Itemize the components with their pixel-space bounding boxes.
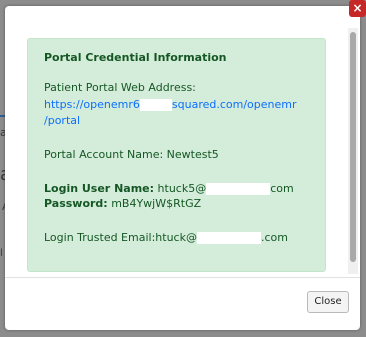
- trusted-email-value-end: .com: [260, 231, 288, 244]
- close-icon[interactable]: ×: [349, 0, 366, 17]
- password-row: Password: mB4YwjW$RtGZ: [44, 197, 201, 210]
- redaction-mark: [196, 232, 261, 244]
- password-label: Password:: [44, 197, 108, 210]
- web-address-link-start[interactable]: https://openemr6: [44, 98, 140, 111]
- web-address-link-end[interactable]: squared.com/openemr: [172, 98, 297, 111]
- login-user-row: Login User Name: htuck5@ com: [44, 182, 294, 195]
- web-address-link-path[interactable]: /portal: [44, 114, 80, 127]
- password-value: mB4YwjW$RtGZ: [111, 197, 202, 210]
- credentials-dialog: Portal Credential Information Patient Po…: [5, 6, 360, 330]
- scrollbar-thumb[interactable]: [350, 32, 356, 262]
- web-address-link-line1[interactable]: https://openemr6 squared.com/openemr: [44, 98, 297, 111]
- footer-divider: [5, 277, 360, 278]
- web-address-link-line2[interactable]: /portal: [44, 114, 80, 127]
- redaction-mark: [206, 183, 271, 195]
- credential-info-panel: Portal Credential Information Patient Po…: [27, 38, 326, 272]
- trusted-email-label: Login Trusted Email:: [44, 231, 156, 244]
- close-button[interactable]: Close: [307, 291, 349, 313]
- trusted-email-row: Login Trusted Email:htuck@ .com: [44, 231, 288, 244]
- vertical-scrollbar[interactable]: [348, 28, 358, 274]
- trusted-email-value-start: htuck@: [155, 231, 197, 244]
- dialog-scroll-area[interactable]: Portal Credential Information Patient Po…: [5, 18, 360, 274]
- redaction-mark: [139, 99, 172, 111]
- panel-title: Portal Credential Information: [44, 51, 227, 64]
- account-name: Portal Account Name: Newtest5: [44, 148, 219, 161]
- login-user-value-start: htuck5@: [157, 182, 207, 195]
- web-address-label: Patient Portal Web Address:: [44, 81, 196, 94]
- login-user-value-end: com: [270, 182, 294, 195]
- login-user-label: Login User Name:: [44, 182, 155, 195]
- background-page-fragment: l: [0, 248, 3, 259]
